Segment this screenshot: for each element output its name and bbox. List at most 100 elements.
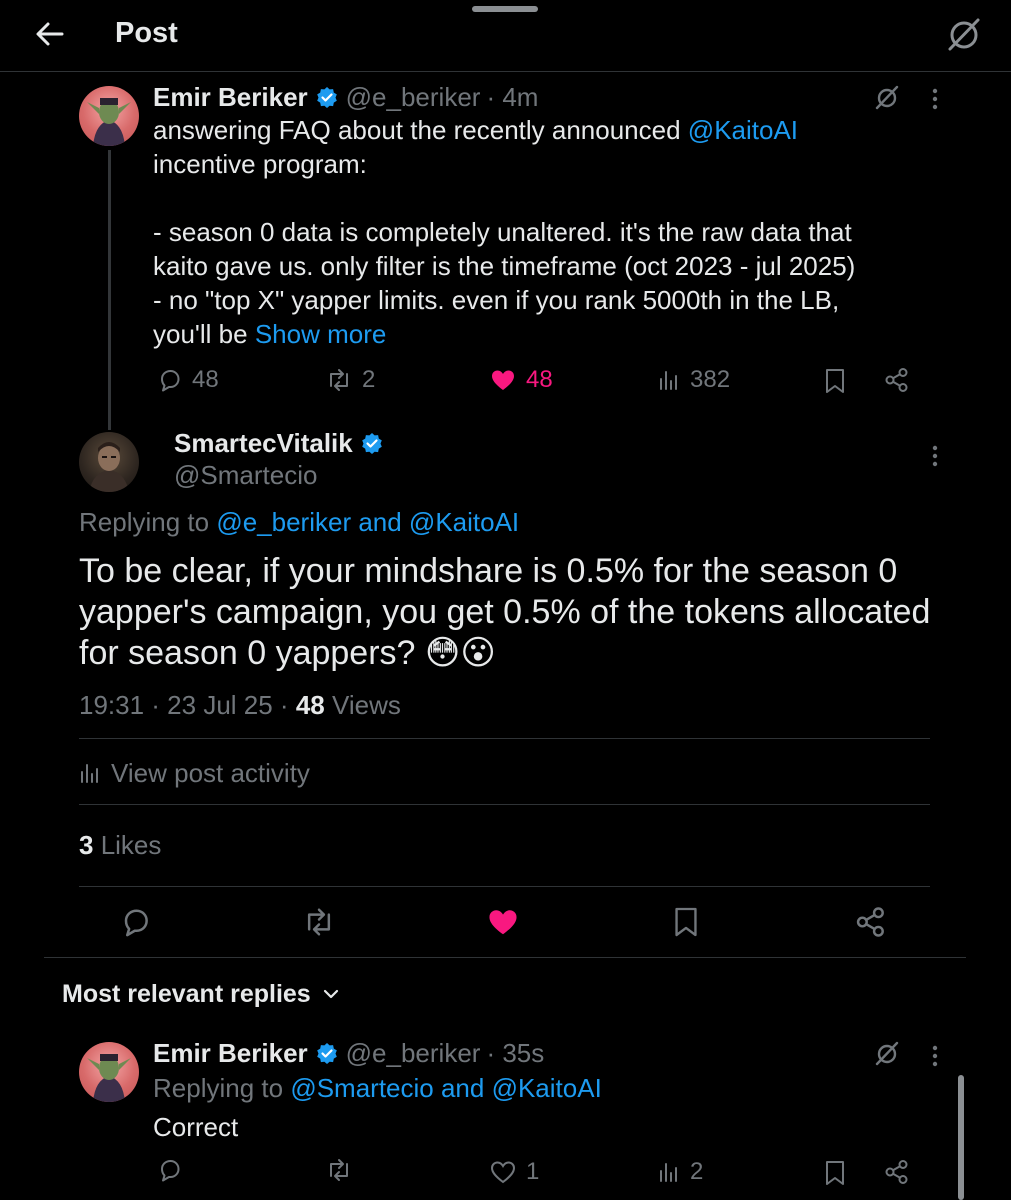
grok-post-button[interactable] — [873, 1039, 901, 1067]
replying-prefix: Replying to — [153, 1073, 291, 1103]
author-row: Emir Beriker @e_beriker · 35s — [153, 1038, 544, 1068]
post-text-line: To be clear, if your mindshare is 0.5% f… — [79, 552, 898, 590]
drag-handle[interactable] — [472, 6, 538, 12]
mention-link[interactable]: @KaitoAI — [688, 115, 798, 145]
views-button[interactable]: 382 — [658, 366, 730, 394]
grok-button[interactable] — [944, 14, 984, 54]
thread-line — [108, 150, 111, 430]
header-divider — [0, 71, 1011, 72]
share-icon — [856, 907, 884, 937]
chevron-down-icon — [323, 989, 338, 999]
more-button[interactable] — [926, 86, 944, 112]
share-button[interactable] — [884, 1159, 910, 1185]
back-button[interactable] — [32, 16, 68, 52]
grok-post-button[interactable] — [873, 83, 901, 111]
likes-count: 3 — [79, 830, 94, 860]
post-text: answering FAQ about the recently announc… — [153, 113, 933, 351]
like-button[interactable]: 1 — [490, 1158, 539, 1186]
view-post-activity[interactable]: View post activity — [79, 756, 310, 790]
author-name[interactable]: SmartecVitalik — [174, 428, 353, 459]
view-post-activity-label: View post activity — [111, 758, 310, 788]
like-icon — [489, 910, 517, 935]
replying-to-link[interactable]: @Smartecio and @KaitoAI — [290, 1073, 601, 1103]
post-text-line: - no "top X" yapper limits. even if you … — [153, 285, 840, 315]
post-timestamp: 19:31 · 23 Jul 25 · — [79, 690, 296, 720]
repost-icon — [307, 908, 331, 936]
more-icon — [932, 88, 938, 110]
reply-button[interactable] — [158, 1158, 192, 1182]
verified-badge-icon — [316, 1043, 337, 1064]
likes-summary[interactable]: 3 Likes — [79, 829, 161, 861]
reply-icon — [161, 1160, 180, 1182]
avatar[interactable] — [79, 1042, 139, 1102]
more-button[interactable] — [926, 443, 944, 469]
post-text: To be clear, if your mindshare is 0.5% f… — [79, 551, 930, 674]
reply-text: Correct — [153, 1112, 239, 1142]
avatar[interactable] — [79, 432, 139, 492]
reply-button[interactable]: 48 — [158, 366, 219, 394]
bookmark-icon — [826, 1161, 844, 1185]
repost-icon — [330, 1159, 348, 1181]
post-time: · 4m — [486, 81, 539, 112]
views-icon — [660, 371, 677, 390]
replying-to-link[interactable]: @e_beriker and @KaitoAI — [216, 507, 519, 537]
post-text-line: for season 0 yappers? 😳😮 — [79, 634, 496, 672]
replies-sort-label: Most relevant replies — [62, 980, 311, 1008]
grok-icon — [875, 85, 899, 110]
show-more-link[interactable]: Show more — [255, 319, 387, 349]
views-button[interactable]: 2 — [658, 1158, 703, 1186]
section-divider — [44, 957, 966, 958]
divider — [79, 738, 930, 739]
author-handle[interactable]: @Smartecio — [174, 460, 317, 490]
author-handle[interactable]: @e_beriker — [346, 82, 481, 113]
post-text-line: - season 0 data is completely unaltered.… — [153, 217, 852, 247]
more-icon — [932, 1045, 938, 1067]
like-count: 48 — [526, 366, 553, 393]
views-count: 48 — [295, 690, 325, 720]
repost-button[interactable] — [326, 1158, 362, 1182]
replying-to: Replying to @Smartecio and @KaitoAI — [153, 1072, 602, 1104]
bookmark-button[interactable] — [824, 1160, 846, 1186]
replies-sort-dropdown[interactable]: Most relevant replies — [62, 978, 341, 1010]
replying-to: Replying to @e_beriker and @KaitoAI — [79, 506, 519, 538]
post-meta: 19:31 · 23 Jul 25 · 48 Views — [79, 689, 401, 721]
divider — [79, 886, 930, 887]
bookmark-icon — [826, 369, 844, 393]
more-icon — [932, 445, 938, 467]
repost-button[interactable]: 2 — [326, 366, 375, 394]
author-row: Emir Beriker @e_beriker · 4m — [153, 82, 538, 112]
grok-icon — [948, 18, 980, 51]
bookmark-button[interactable] — [824, 368, 846, 394]
reply-button[interactable] — [121, 907, 151, 937]
back-arrow-icon — [36, 22, 64, 46]
views-icon — [81, 764, 98, 783]
views-label: Views — [324, 690, 401, 720]
like-button[interactable] — [487, 907, 519, 937]
post-text-line: incentive program: — [153, 149, 367, 179]
repost-count: 2 — [362, 366, 376, 393]
author-name[interactable]: Emir Beriker — [153, 82, 308, 113]
reply-icon — [161, 370, 180, 392]
view-count: 2 — [690, 1158, 704, 1185]
more-button[interactable] — [926, 1043, 944, 1069]
author-name[interactable]: Emir Beriker — [153, 1038, 308, 1069]
post-text-line: answering FAQ about the recently announc… — [153, 115, 688, 145]
view-count: 382 — [690, 366, 731, 393]
avatar[interactable] — [79, 86, 139, 146]
like-button[interactable]: 48 — [490, 366, 553, 394]
post-text-line: yapper's campaign, you get 0.5% of the t… — [79, 593, 931, 631]
bookmark-button[interactable] — [673, 906, 699, 938]
grok-icon — [875, 1041, 899, 1066]
bookmark-icon — [675, 907, 697, 937]
post-text-line: you'll be — [153, 319, 255, 349]
divider — [79, 804, 930, 805]
share-icon — [885, 1160, 908, 1184]
scrollbar[interactable] — [958, 1075, 964, 1200]
repost-button[interactable] — [303, 907, 335, 937]
like-icon — [492, 370, 514, 390]
share-button[interactable] — [884, 367, 910, 393]
views-icon — [660, 1163, 677, 1182]
post-text-line: kaito gave us. only filter is the timefr… — [153, 251, 856, 281]
author-handle[interactable]: @e_beriker — [346, 1038, 481, 1069]
share-button[interactable] — [855, 906, 887, 938]
